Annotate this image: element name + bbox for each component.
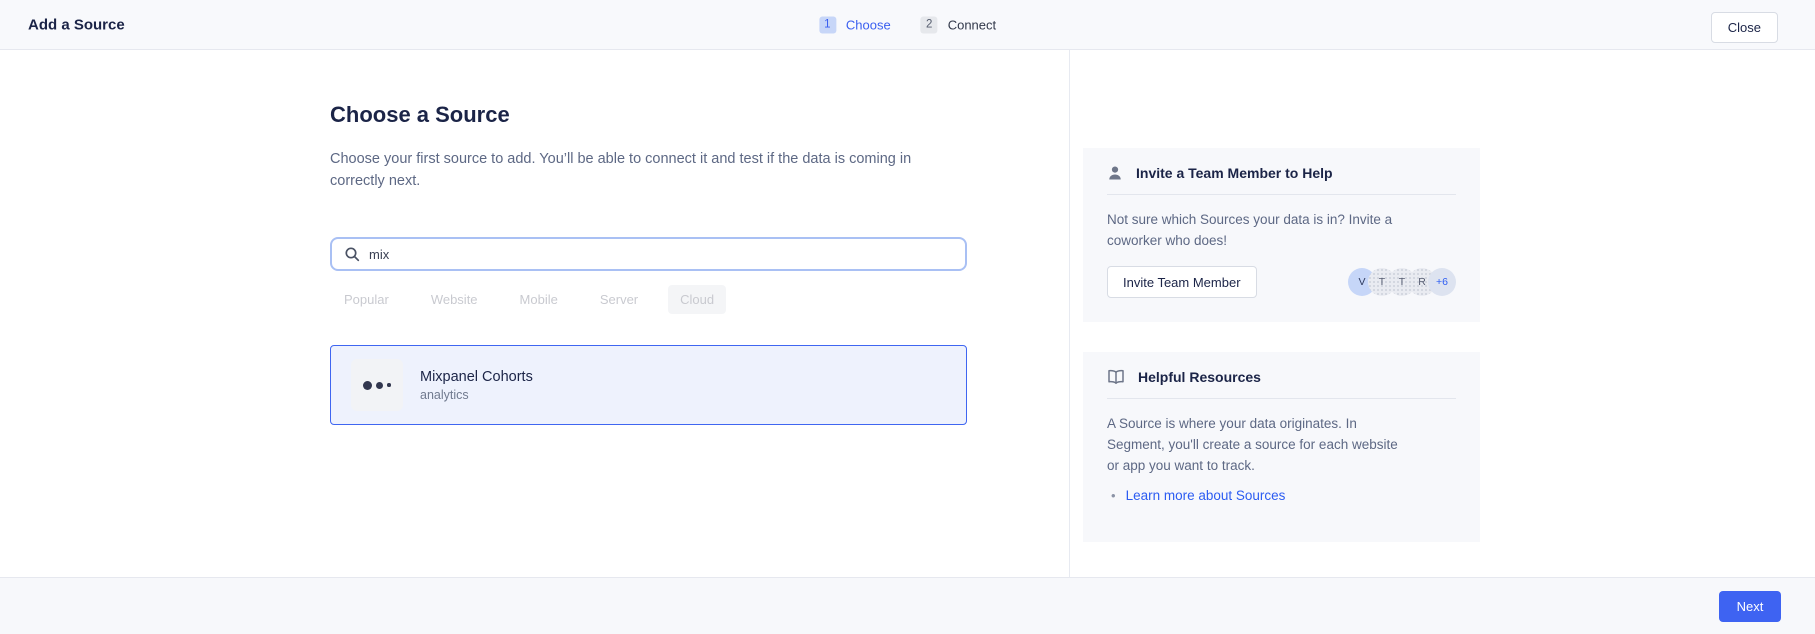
step-choose[interactable]: 1 Choose [819, 16, 891, 33]
invite-team-member-card: Invite a Team Member to Help Not sure wh… [1083, 148, 1480, 322]
tab-popular[interactable]: Popular [332, 285, 401, 314]
content-area: Choose a Source Choose your first source… [0, 50, 1815, 577]
mixpanel-logo-icon [351, 359, 403, 411]
resources-card-header: Helpful Resources [1083, 352, 1480, 398]
tab-cloud[interactable]: Cloud [668, 285, 726, 314]
list-item: • Learn more about Sources [1111, 488, 1456, 503]
helpful-resources-card: Helpful Resources A Source is where your… [1083, 352, 1480, 542]
vertical-divider [1069, 50, 1070, 577]
person-icon [1107, 165, 1123, 181]
search-input[interactable] [369, 247, 953, 262]
invite-card-header: Invite a Team Member to Help [1083, 148, 1480, 194]
invite-team-member-button[interactable]: Invite Team Member [1107, 266, 1257, 298]
main-column: Choose a Source Choose your first source… [330, 50, 967, 425]
search-icon [344, 246, 360, 262]
bullet: • [1111, 488, 1116, 503]
tab-website[interactable]: Website [419, 285, 490, 314]
step-number-badge: 2 [921, 16, 938, 33]
modal-footer: Next [0, 577, 1815, 634]
step-label: Choose [846, 17, 891, 32]
step-connect[interactable]: 2 Connect [921, 16, 996, 33]
team-avatars: V T T R +6 [1348, 268, 1456, 296]
source-category: analytics [420, 388, 533, 402]
source-result-mixpanel-cohorts[interactable]: Mixpanel Cohorts analytics [330, 345, 967, 425]
invite-card-title: Invite a Team Member to Help [1136, 165, 1333, 181]
open-book-icon [1107, 369, 1125, 385]
tab-mobile[interactable]: Mobile [508, 285, 570, 314]
help-sidebar: Invite a Team Member to Help Not sure wh… [1083, 50, 1480, 577]
source-text: Mixpanel Cohorts analytics [420, 369, 533, 402]
invite-card-body: Not sure which Sources your data is in? … [1083, 195, 1428, 251]
next-button[interactable]: Next [1719, 591, 1781, 622]
invite-action-row: Invite Team Member V T T R +6 [1083, 266, 1480, 298]
source-search-field [330, 237, 967, 271]
learn-more-sources-link[interactable]: Learn more about Sources [1126, 488, 1286, 503]
section-description: Choose your first source to add. You’ll … [330, 148, 915, 192]
resources-card-title: Helpful Resources [1138, 369, 1261, 385]
page-title: Add a Source [28, 16, 125, 33]
resources-link-list: • Learn more about Sources [1083, 488, 1480, 503]
wizard-stepper: 1 Choose 2 Connect [819, 16, 996, 33]
modal-header: Add a Source 1 Choose 2 Connect Close [0, 0, 1815, 50]
category-filter-tabs: Popular Website Mobile Server Cloud [332, 285, 967, 314]
resources-card-body: A Source is where your data originates. … [1083, 399, 1435, 476]
close-button[interactable]: Close [1711, 12, 1778, 43]
avatar-overflow-badge: +6 [1428, 268, 1456, 296]
section-heading: Choose a Source [330, 102, 967, 128]
tab-server[interactable]: Server [588, 285, 650, 314]
source-name: Mixpanel Cohorts [420, 369, 533, 385]
step-number-badge: 1 [819, 16, 836, 33]
step-label: Connect [948, 17, 996, 32]
